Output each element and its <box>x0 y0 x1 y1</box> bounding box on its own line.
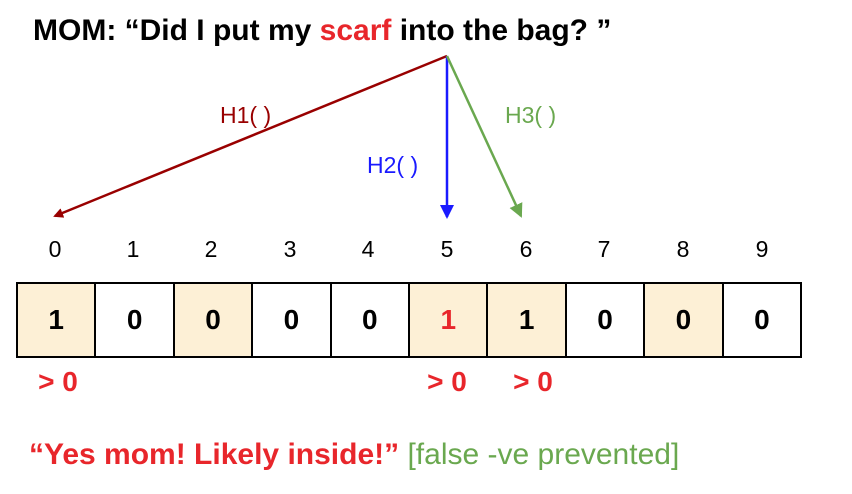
bit-cell: 0 <box>331 284 411 356</box>
bit-cell: 1 <box>488 284 567 356</box>
index-label: 2 <box>204 236 218 262</box>
index-label: 6 <box>519 236 533 262</box>
bit-array: 1 0 0 0 0 1 1 0 0 0 <box>16 282 803 358</box>
index-label: 8 <box>676 236 690 262</box>
index-label: 7 <box>597 236 611 262</box>
index-label: 5 <box>440 236 454 262</box>
bit-cell: 0 <box>645 284 724 356</box>
h3-arrow <box>445 55 523 218</box>
h1-label: H1( ) <box>220 102 272 128</box>
h3-label: H3( ) <box>505 102 557 128</box>
index-label: 1 <box>126 236 140 262</box>
bit-cell: 0 <box>96 284 175 356</box>
index-label: 0 <box>48 236 62 262</box>
answer-line: “Yes mom! Likely inside!” [false -ve pre… <box>29 438 679 472</box>
bit-cell: 0 <box>174 284 254 356</box>
index-label: 4 <box>361 236 375 262</box>
index-label: 9 <box>755 236 769 262</box>
index-label: 3 <box>283 236 297 262</box>
h1-arrow <box>53 54 448 218</box>
bit-cell: 1 <box>410 284 489 356</box>
h2-label: H2( ) <box>367 152 419 178</box>
bit-cell: 1 <box>18 284 97 356</box>
bit-cell: 0 <box>253 284 332 356</box>
check-label: > 0 <box>427 366 467 397</box>
check-label: > 0 <box>513 366 553 397</box>
answer-text: “Yes mom! Likely inside!” <box>29 438 400 471</box>
answer-note: [false -ve prevented] <box>407 438 680 471</box>
bit-cell: 0 <box>566 284 646 356</box>
bit-cell: 0 <box>723 284 803 356</box>
check-label: > 0 <box>38 366 78 397</box>
